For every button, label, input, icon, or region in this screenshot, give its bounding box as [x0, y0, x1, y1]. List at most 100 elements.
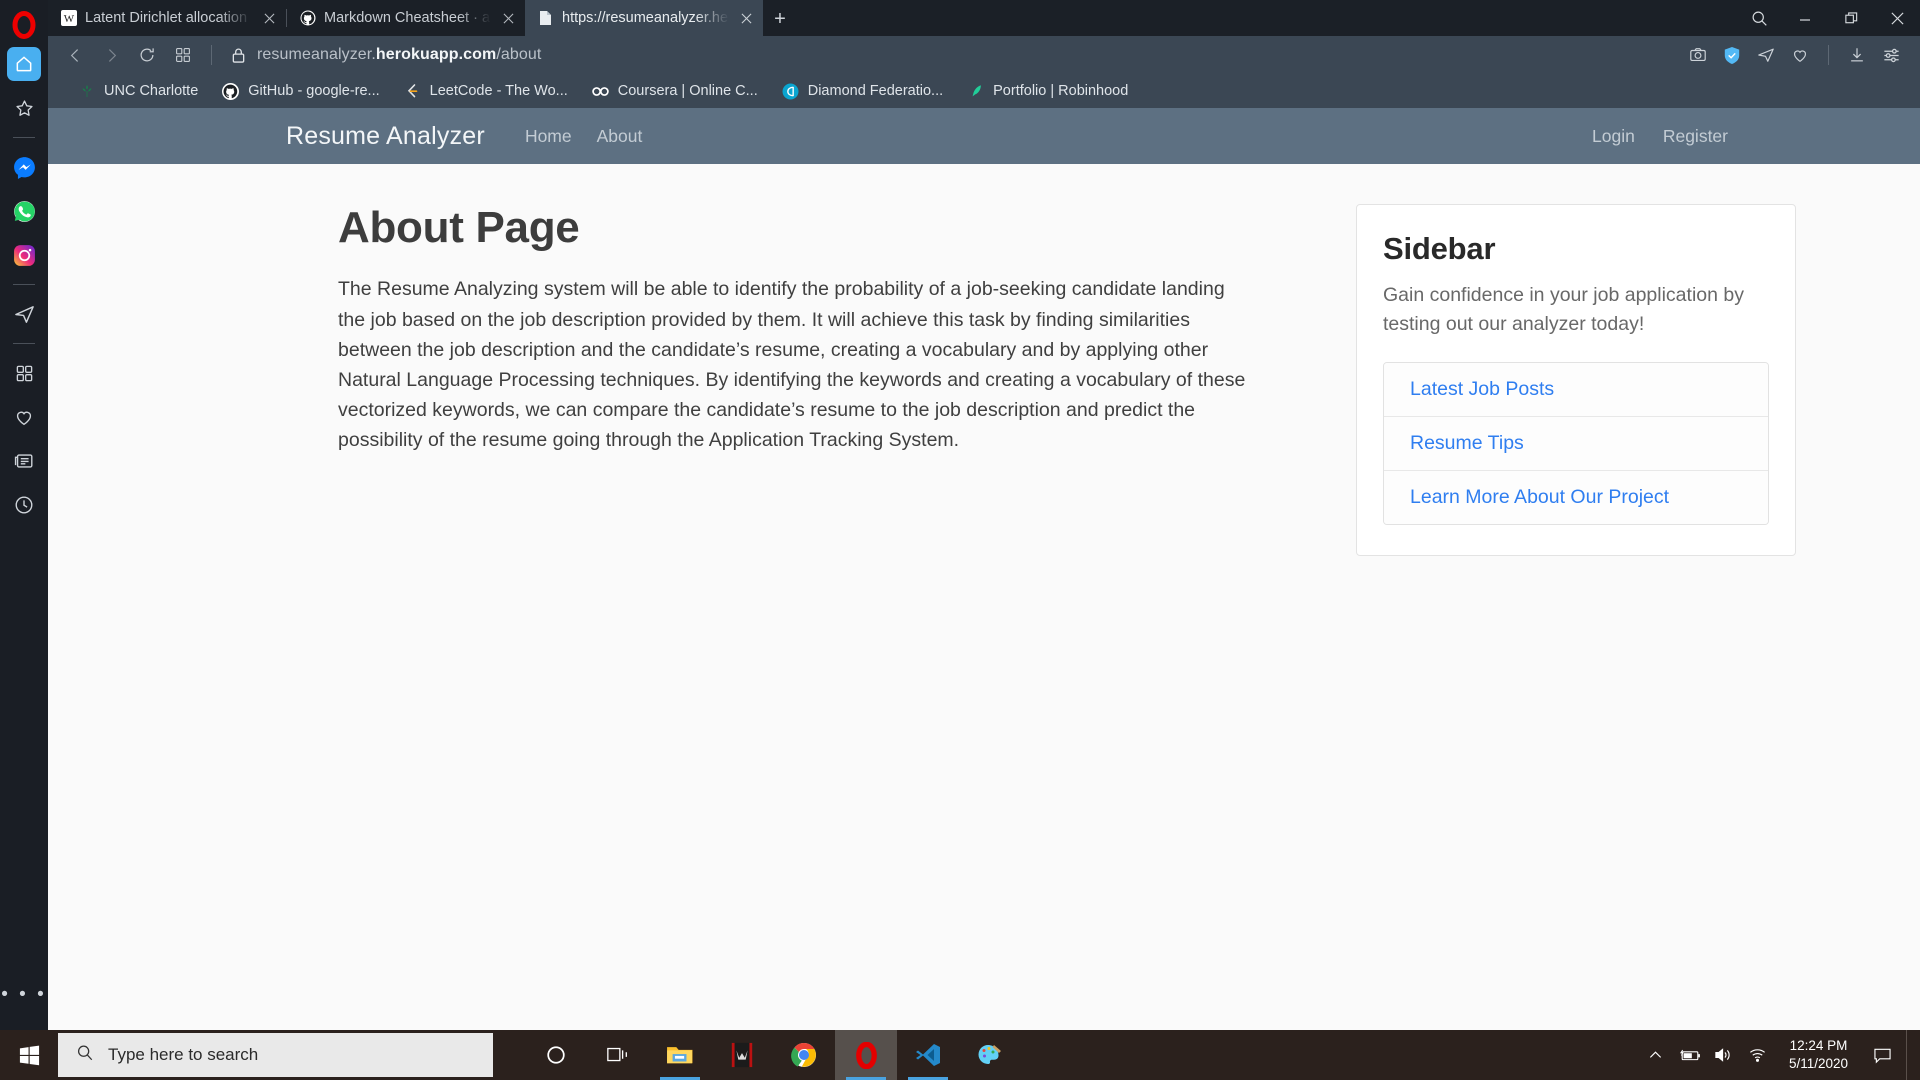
- browser-tab-active[interactable]: https://resumeanalyzer.her: [525, 0, 763, 36]
- bookmark-label: LeetCode - The Wo...: [429, 83, 568, 99]
- page-icon: [537, 10, 554, 27]
- sidebar-more-button[interactable]: • • •: [1, 985, 47, 1004]
- heart-icon[interactable]: [1785, 40, 1815, 70]
- paint-3d-icon[interactable]: [959, 1030, 1021, 1080]
- url-text: resumeanalyzer.herokuapp.com/about: [257, 46, 542, 63]
- sidebar-link-learn-more[interactable]: Learn More About Our Project: [1384, 470, 1768, 524]
- sidebar-item-news[interactable]: [7, 444, 41, 478]
- screen: • • • W Latent Dirichlet allocation - Ma…: [0, 0, 1920, 1080]
- window-controls: [1736, 0, 1920, 36]
- bookmark-item[interactable]: Coursera | Online C...: [580, 78, 770, 104]
- sidebar-item-instagram[interactable]: [7, 238, 41, 272]
- volume-icon[interactable]: [1707, 1030, 1741, 1080]
- sidebar-item-heart[interactable]: [7, 400, 41, 434]
- forward-icon[interactable]: [94, 40, 128, 70]
- url-bar[interactable]: resumeanalyzer.herokuapp.com/about: [223, 46, 1681, 64]
- cortana-icon[interactable]: [525, 1030, 587, 1080]
- search-icon[interactable]: [1736, 0, 1782, 36]
- opera-left-sidebar: • • •: [0, 0, 48, 1030]
- easy-setup-icon[interactable]: [1876, 40, 1906, 70]
- sidebar-divider: [13, 137, 35, 138]
- opera-logo-icon: [7, 8, 41, 42]
- nav-link-home[interactable]: Home: [525, 126, 572, 147]
- sidebar-item-whatsapp[interactable]: [7, 194, 41, 228]
- close-icon[interactable]: [260, 9, 278, 27]
- tab-title: Markdown Cheatsheet · ad: [324, 10, 491, 26]
- toolbar-divider: [1828, 45, 1829, 65]
- nav-link-login[interactable]: Login: [1592, 126, 1635, 147]
- site-brand[interactable]: Resume Analyzer: [286, 122, 485, 151]
- system-tray: 12:24 PM 5/11/2020: [1639, 1030, 1920, 1080]
- opera-browser-window: • • • W Latent Dirichlet allocation - Ma…: [0, 0, 1920, 1030]
- coursera-icon: [591, 83, 609, 100]
- unc-charlotte-icon: [78, 83, 95, 100]
- sidebar-item-history[interactable]: [7, 488, 41, 522]
- nav-link-register[interactable]: Register: [1663, 126, 1728, 147]
- diamond-icon: [782, 83, 799, 100]
- bookmark-item[interactable]: Portfolio | Robinhood: [955, 78, 1140, 104]
- sidebar-link-latest-job-posts[interactable]: Latest Job Posts: [1384, 362, 1768, 417]
- close-icon[interactable]: [499, 9, 517, 27]
- sidebar-column: Sidebar Gain confidence in your job appl…: [1356, 204, 1796, 1030]
- bookmark-item[interactable]: LeetCode - The Wo...: [392, 78, 580, 104]
- minimize-icon[interactable]: [1782, 0, 1828, 36]
- download-icon[interactable]: [1842, 40, 1872, 70]
- sidebar-item-messenger[interactable]: [7, 150, 41, 184]
- bookmarks-bar: UNC Charlotte GitHub - google-re... Leet…: [48, 74, 1920, 108]
- sidebar-title: Sidebar: [1383, 231, 1496, 266]
- clock-date: 5/11/2020: [1788, 1056, 1848, 1071]
- snapshot-icon[interactable]: [1683, 40, 1713, 70]
- main-content-column: About Page The Resume Analyzing system w…: [338, 203, 1278, 1030]
- vpn-shield-icon[interactable]: [1717, 40, 1747, 70]
- toolbar-actions: [1683, 40, 1906, 70]
- restore-icon[interactable]: [1828, 0, 1874, 36]
- opera-icon[interactable]: [835, 1030, 897, 1080]
- show-hidden-icons-chevron[interactable]: [1639, 1030, 1673, 1080]
- send-icon[interactable]: [1751, 40, 1781, 70]
- close-icon[interactable]: [1874, 0, 1920, 36]
- sidebar-link-list: Latest Job Posts Resume Tips Learn More …: [1383, 361, 1769, 525]
- about-paragraph: The Resume Analyzing system will be able…: [338, 278, 1246, 452]
- site-nav-links: Home About: [525, 126, 642, 147]
- toolbar-divider: [211, 45, 212, 65]
- taskbar-search-placeholder: Type here to search: [108, 1045, 259, 1064]
- file-explorer-icon[interactable]: [649, 1030, 711, 1080]
- google-chrome-icon[interactable]: [773, 1030, 835, 1080]
- reload-icon[interactable]: [130, 40, 164, 70]
- windows-start-icon[interactable]: [0, 1030, 58, 1080]
- sidebar-item-home[interactable]: [7, 47, 41, 81]
- show-desktop-button[interactable]: [1906, 1030, 1912, 1080]
- nav-link-about[interactable]: About: [597, 126, 643, 147]
- bookmark-item[interactable]: GitHub - google-re...: [210, 78, 391, 104]
- sidebar-card: Sidebar Gain confidence in your job appl…: [1356, 204, 1796, 556]
- grid-icon[interactable]: [166, 40, 200, 70]
- action-center-icon[interactable]: [1862, 1030, 1902, 1080]
- sidebar-link-resume-tips[interactable]: Resume Tips: [1384, 416, 1768, 471]
- clock-time: 12:24 PM: [1789, 1037, 1848, 1053]
- sidebar-lead-text: Gain confidence in your job application …: [1383, 284, 1744, 336]
- sidebar-item-apps[interactable]: [7, 356, 41, 390]
- close-icon[interactable]: [737, 9, 755, 27]
- back-icon[interactable]: [58, 40, 92, 70]
- github-icon: [222, 82, 240, 100]
- taskbar-search-box[interactable]: Type here to search: [58, 1033, 493, 1077]
- svg-text:W: W: [63, 13, 74, 25]
- battery-charging-icon[interactable]: [1673, 1030, 1707, 1080]
- vscode-icon[interactable]: [897, 1030, 959, 1080]
- predator-sense-icon[interactable]: [711, 1030, 773, 1080]
- sidebar-item-telegram[interactable]: [7, 297, 41, 331]
- wikipedia-icon: W: [60, 10, 77, 27]
- bookmark-item[interactable]: UNC Charlotte: [66, 78, 210, 104]
- new-tab-button[interactable]: +: [763, 2, 797, 36]
- browser-tab[interactable]: W Latent Dirichlet allocation -: [48, 0, 286, 36]
- sidebar-item-favorites[interactable]: [7, 91, 41, 125]
- bookmark-item[interactable]: Diamond Federatio...: [770, 78, 955, 104]
- wifi-icon[interactable]: [1741, 1030, 1775, 1080]
- bookmark-label: GitHub - google-re...: [248, 83, 380, 99]
- taskbar-clock[interactable]: 12:24 PM 5/11/2020: [1775, 1037, 1862, 1073]
- bookmark-label: Portfolio | Robinhood: [993, 83, 1129, 99]
- site-navbar: Resume Analyzer Home About Login Registe…: [48, 108, 1920, 164]
- browser-tab[interactable]: Markdown Cheatsheet · ad: [287, 0, 525, 36]
- task-view-icon[interactable]: [587, 1030, 649, 1080]
- taskbar-app-icons: [525, 1030, 1021, 1080]
